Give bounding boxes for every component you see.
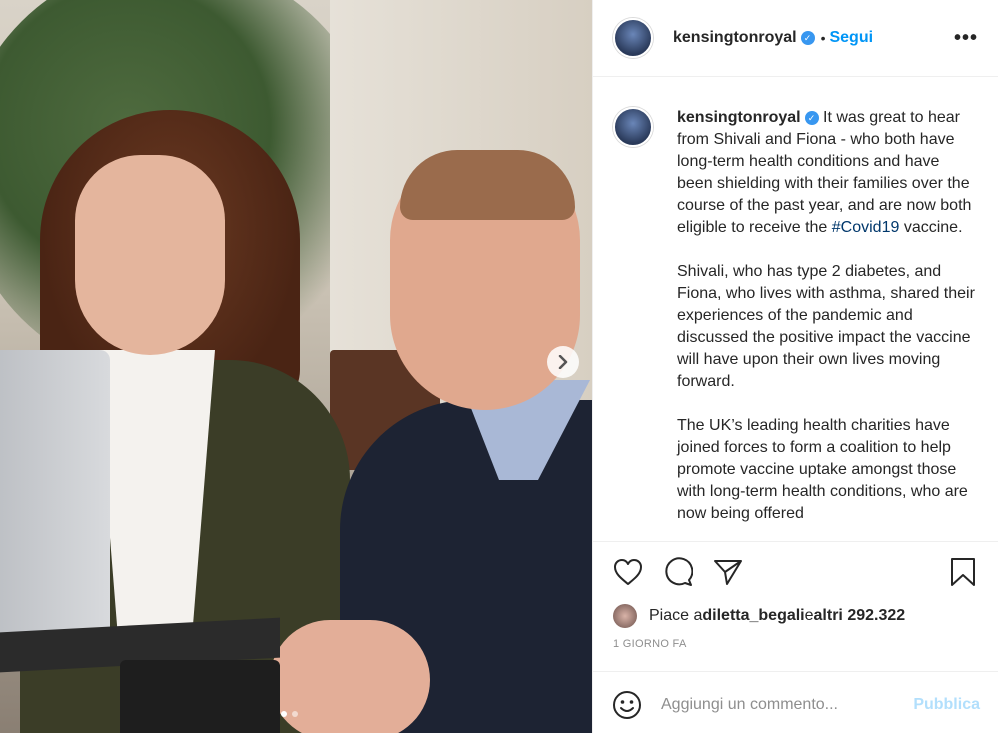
header-username[interactable]: kensingtonroyal ✓ (673, 29, 815, 47)
laptop-stand (120, 660, 280, 733)
liker-username[interactable]: diletta_begali (702, 607, 804, 625)
separator-dot: • (820, 30, 826, 46)
share-button[interactable] (711, 555, 745, 589)
caption-paragraph-3: The UK’s leading health charities have j… (677, 417, 968, 522)
caption-text-part: It was great to hear from Shivali and Fi… (677, 109, 972, 236)
caption-avatar[interactable] (613, 107, 653, 147)
caption-username[interactable]: kensingtonroyal (677, 109, 801, 126)
caption-text: kensingtonroyal ✓ It was great to hear fr… (677, 107, 978, 541)
caption-paragraph-1: kensingtonroyal ✓ It was great to hear fr… (677, 107, 978, 239)
post-photo[interactable] (0, 0, 592, 733)
post-header: kensingtonroyal ✓ • Segui ••• (593, 0, 998, 77)
caption-text-part: vaccine. (899, 219, 963, 236)
post-timestamp[interactable]: 1 GIORNO FA (593, 630, 998, 672)
post-side-panel: kensingtonroyal ✓ • Segui ••• kensingtonr… (592, 0, 998, 733)
username-text[interactable]: kensingtonroyal (673, 29, 797, 46)
likes-count[interactable]: altri 292.322 (814, 607, 906, 625)
publish-button[interactable]: Pubblica (913, 696, 980, 714)
laptop-screen (0, 350, 110, 660)
comment-icon (665, 557, 693, 586)
emoji-button[interactable] (611, 689, 643, 721)
emoji-icon (613, 691, 641, 719)
chevron-right-icon (558, 355, 568, 369)
caption-paragraph-2: Shivali, who has type 2 diabetes, and Fi… (677, 263, 975, 390)
caption-area: kensingtonroyal ✓ It was great to hear fr… (593, 77, 998, 542)
likes-summary: Piace a diletta_begali e altri 292.322 (593, 602, 998, 630)
more-icon[interactable]: ••• (954, 27, 978, 50)
save-button[interactable] (946, 555, 980, 589)
comment-input[interactable] (661, 696, 914, 714)
woman-face (75, 155, 225, 355)
share-icon (714, 560, 742, 585)
carousel-dot-active (281, 711, 287, 717)
liker-avatar[interactable] (613, 604, 637, 628)
carousel-dot (292, 711, 298, 717)
follow-button[interactable]: Segui (829, 29, 873, 47)
hashtag-link[interactable]: #Covid19 (832, 219, 900, 236)
like-button[interactable] (611, 555, 645, 589)
verified-icon: ✓ (804, 111, 819, 125)
carousel-next-button[interactable] (547, 346, 579, 378)
verified-icon: ✓ (800, 31, 815, 45)
likes-prefix: Piace a (649, 607, 703, 624)
likes-middle: e (804, 607, 814, 624)
action-bar (593, 542, 998, 602)
man-hair (400, 150, 575, 220)
profile-avatar[interactable] (613, 18, 653, 58)
heart-icon (614, 559, 642, 585)
carousel-indicator (281, 711, 298, 717)
bookmark-icon (951, 558, 975, 586)
comment-button[interactable] (661, 555, 695, 589)
comment-bar: Pubblica (593, 672, 998, 733)
